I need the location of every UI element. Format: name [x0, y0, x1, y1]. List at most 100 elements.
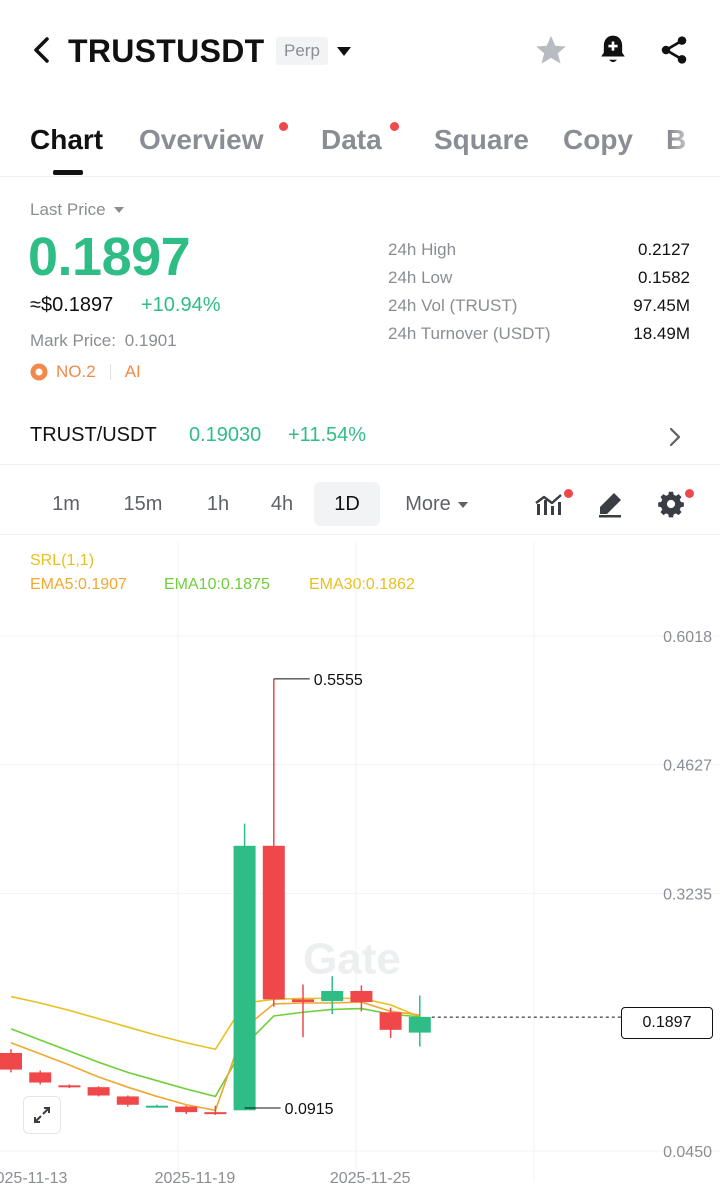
last-price-selector[interactable]: Last Price	[30, 200, 125, 220]
drawing-tool-button[interactable]	[592, 486, 628, 522]
tab-data-notification-dot	[390, 122, 399, 131]
spot-price: 0.19030	[189, 424, 262, 446]
candle-body	[233, 845, 256, 1111]
star-icon	[536, 35, 566, 64]
stat-value: 0.1582	[638, 268, 690, 287]
ema30-line	[10, 995, 421, 1051]
tab-overview[interactable]: Overview	[139, 120, 264, 160]
chevron-right-icon	[669, 427, 681, 447]
top-bar: TRUSTUSDT Perp	[0, 0, 720, 100]
y-axis-tick-label: 0.3235	[663, 886, 712, 903]
candle-body	[321, 990, 344, 1002]
bell-plus-icon	[601, 35, 625, 63]
spot-change: +11.54%	[288, 424, 367, 446]
candle-body	[379, 1012, 402, 1030]
x-axis-tick-label: 2025-11-25	[330, 1170, 411, 1187]
section-tabs: Chart Overview Data Square Copy B	[0, 112, 720, 177]
interval-4h[interactable]: 4h	[256, 482, 308, 526]
mark-price-label: Mark Price:	[30, 331, 116, 350]
more-label: More	[405, 493, 451, 515]
back-button[interactable]	[26, 32, 56, 68]
stat-label: 24h Vol (TRUST)	[388, 296, 518, 315]
rank-flame-icon	[30, 363, 48, 381]
gear-icon	[658, 491, 684, 518]
ema5-line	[10, 1001, 420, 1112]
indicators-notification-dot	[564, 489, 573, 498]
interval-1h[interactable]: 1h	[192, 482, 244, 526]
share-icon	[661, 36, 687, 64]
settings-notification-dot	[685, 489, 694, 498]
candle-body	[175, 1106, 198, 1113]
price-alert-button[interactable]	[593, 30, 633, 70]
rank-divider	[109, 364, 111, 380]
interval-1m[interactable]: 1m	[38, 482, 94, 526]
caret-down-icon	[114, 207, 125, 213]
stat-value: 97.45M	[633, 296, 690, 315]
min-price-marker: 0.0915	[285, 1101, 334, 1118]
y-axis-tick-label: 0.4627	[663, 758, 712, 775]
expand-icon	[34, 1107, 50, 1123]
contract-dropdown-caret-icon[interactable]	[336, 44, 352, 62]
stat-label: 24h Turnover (USDT)	[388, 324, 551, 343]
tab-overview-notification-dot	[279, 122, 288, 131]
candle-body	[87, 1087, 110, 1096]
interval-15m[interactable]: 15m	[110, 482, 176, 526]
candle-body	[408, 1016, 431, 1033]
ai-label[interactable]: AI	[125, 362, 141, 382]
indicator-chart-icon	[535, 494, 562, 515]
tab-square[interactable]: Square	[434, 120, 529, 160]
interval-more[interactable]: More	[392, 482, 482, 526]
tabs-fade-overlay	[670, 112, 720, 172]
interval-1d[interactable]: 1D	[314, 482, 380, 526]
x-axis-tick-label: 2025-11-13	[0, 1170, 67, 1187]
indicators-button[interactable]	[531, 486, 567, 522]
stat-label: 24h High	[388, 240, 457, 259]
ema10-line	[10, 1007, 420, 1098]
stat-value: 18.49M	[633, 324, 690, 343]
stat-row-turnover: 24h Turnover (USDT) 18.49M	[388, 320, 690, 348]
candle-body	[146, 1105, 168, 1108]
active-tab-indicator	[53, 170, 83, 175]
pen-icon	[599, 493, 621, 518]
x-axis-tick-label: 2025-11-19	[155, 1170, 236, 1187]
spot-market-link[interactable]: TRUST/USDT 0.19030 +11.54%	[0, 406, 720, 465]
24h-stats: 24h High 0.2127 24h Low 0.1582 24h Vol (TR…	[388, 236, 690, 348]
candle-body	[29, 1072, 52, 1083]
max-price-marker: 0.5555	[314, 672, 363, 689]
rank-row[interactable]: NO.2 AI	[30, 362, 141, 382]
candle-body	[262, 845, 285, 1000]
candle-body	[0, 1052, 22, 1070]
mark-price-value: 0.1901	[124, 331, 177, 350]
candlestick-chart[interactable]: Gate 0.6018 0.4627 0.3235 0.0450 2025-11-13 20…	[0, 542, 720, 1189]
share-button[interactable]	[654, 30, 694, 70]
price-change-percent: +10.94%	[141, 294, 221, 316]
spot-pair: TRUST/USDT	[30, 424, 157, 446]
candle-body	[204, 1112, 227, 1115]
candle-body	[350, 990, 373, 1003]
tab-copy[interactable]: Copy	[563, 120, 633, 160]
favorite-star-button[interactable]	[531, 30, 571, 70]
y-axis-tick-label: 0.6018	[663, 629, 712, 646]
current-price-tag: 0.1897	[621, 1007, 713, 1039]
stat-label: 24h Low	[388, 268, 453, 287]
chevron-left-icon	[34, 37, 49, 63]
rank-label: NO.2	[56, 362, 96, 381]
fullscreen-button[interactable]	[23, 1096, 61, 1134]
last-price-value: 0.1897	[28, 227, 191, 287]
mark-price: Mark Price: 0.1901	[30, 331, 177, 351]
tab-data[interactable]: Data	[321, 120, 382, 160]
chart-settings-button[interactable]	[653, 486, 689, 522]
gate-watermark: Gate	[303, 934, 401, 983]
usd-equivalent: ≈$0.1897	[30, 294, 114, 316]
tab-chart[interactable]: Chart	[30, 120, 103, 160]
candle-body	[58, 1085, 81, 1088]
caret-down-icon	[457, 501, 468, 508]
contract-type-badge[interactable]: Perp	[276, 37, 328, 65]
candle-body	[292, 999, 314, 1003]
stat-row-high: 24h High 0.2127	[388, 236, 690, 264]
stat-row-volume: 24h Vol (TRUST) 97.45M	[388, 292, 690, 320]
last-price-label: Last Price	[30, 200, 106, 219]
y-axis-tick-label: 0.0450	[663, 1144, 712, 1161]
pair-title: TRUSTUSDT	[68, 33, 265, 69]
candle-body	[116, 1096, 139, 1105]
